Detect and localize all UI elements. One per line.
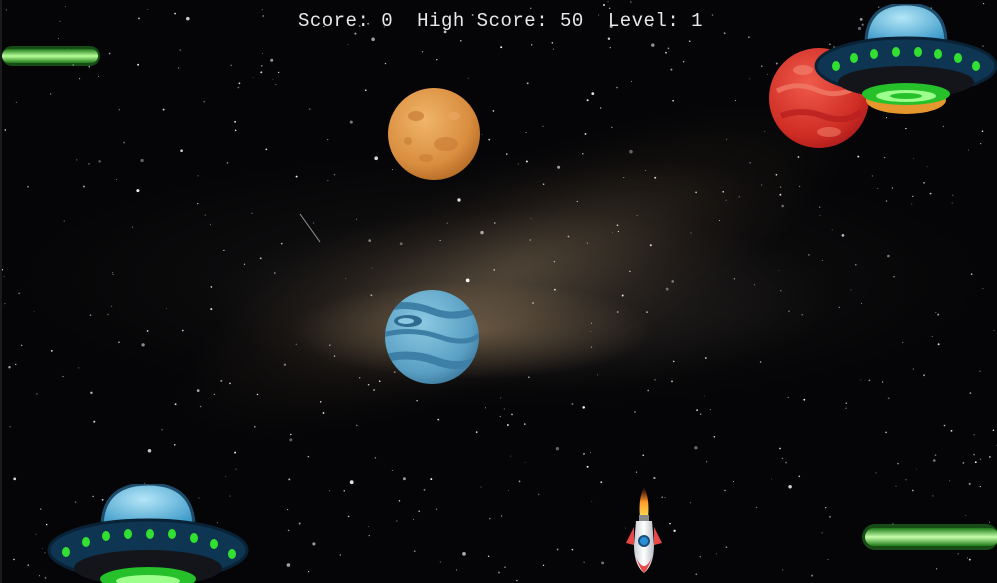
rocket-icon[interactable] [624,487,664,575]
score-value: 0 [381,10,394,32]
score-label: Score: [297,10,370,32]
level-label: Level: [607,10,680,32]
high-score-value: 50 [560,10,584,32]
green-laser-icon [862,524,997,550]
high-score-label: High Score: [417,10,549,32]
level-value: 1 [691,10,704,32]
game-canvas[interactable]: Score: 0 High Score: 50 Level: 1 [0,0,997,583]
green-laser-icon [2,46,100,66]
blue-planet-icon [385,290,479,384]
level-display: Level: 1 [608,10,703,32]
ufo-icon [47,484,249,583]
ufo-icon [814,4,997,114]
orange-planet-icon [388,88,480,180]
score-display: Score: 0 [298,10,393,32]
high-score-display: High Score: 50 [417,10,584,32]
